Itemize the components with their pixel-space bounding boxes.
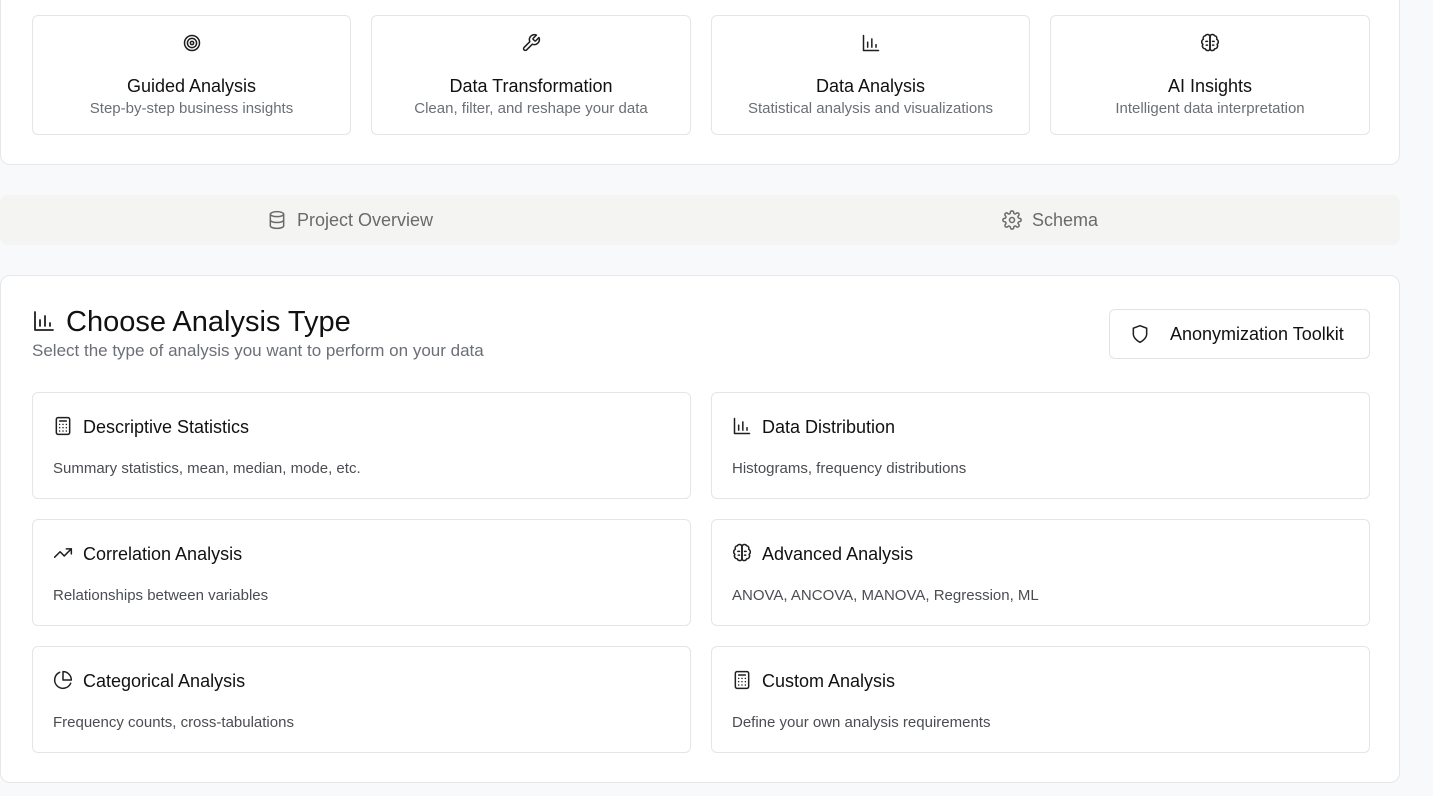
mode-description: Step-by-step business insights: [89, 100, 294, 117]
toolkit-label: Anonymization Toolkit: [1170, 323, 1344, 344]
mode-description: Intelligent data interpretation: [1115, 100, 1305, 117]
mode-title: Guided Analysis: [126, 76, 257, 96]
mode-card-data-analysis[interactable]: Data Analysis Statistical analysis and v…: [711, 15, 1030, 135]
analysis-card-title: Custom Analysis: [762, 671, 896, 691]
calculator-icon: [53, 416, 73, 436]
mode-title: Data Analysis: [815, 76, 926, 96]
shield-icon: [1130, 324, 1170, 344]
bar-chart-icon: [861, 33, 881, 53]
database-icon: [267, 210, 287, 230]
target-icon: [182, 33, 202, 53]
bar-chart-icon: [32, 309, 56, 333]
analysis-card-descriptive-statistics[interactable]: Descriptive Statistics Summary statistic…: [32, 392, 691, 499]
analysis-card-title: Data Distribution: [762, 417, 896, 437]
pie-chart-icon: [53, 670, 73, 690]
analysis-card-custom-analysis[interactable]: Custom Analysis Define your own analysis…: [711, 646, 1370, 753]
analysis-card-title: Advanced Analysis: [762, 544, 914, 564]
analysis-type-panel: Choose Analysis Type Select the type of …: [0, 275, 1400, 783]
tab-bar: Project Overview Schema: [0, 195, 1400, 245]
analysis-card-categorical-analysis[interactable]: Categorical Analysis Frequency counts, c…: [32, 646, 691, 753]
mode-card-data-transformation[interactable]: Data Transformation Clean, filter, and r…: [371, 15, 691, 135]
mode-panel: Guided Analysis Step-by-step business in…: [0, 0, 1400, 165]
anonymization-toolkit-button[interactable]: Anonymization Toolkit: [1109, 309, 1370, 359]
analysis-card-description: Frequency counts, cross-tabulations: [53, 714, 294, 731]
analysis-card-title: Categorical Analysis: [83, 671, 246, 691]
analysis-card-description: Relationships between variables: [53, 587, 269, 604]
mode-card-ai-insights[interactable]: AI Insights Intelligent data interpretat…: [1050, 15, 1370, 135]
tab-label: Schema: [1031, 209, 1099, 230]
tab-schema[interactable]: Schema: [700, 195, 1400, 245]
tab-project-overview[interactable]: Project Overview: [0, 195, 700, 245]
analysis-card-description: Histograms, frequency distributions: [732, 460, 967, 477]
wrench-icon: [521, 33, 541, 53]
brain-icon: [1200, 33, 1220, 53]
mode-description: Statistical analysis and visualizations: [747, 100, 994, 117]
mode-title: AI Insights: [1167, 76, 1253, 96]
analysis-card-correlation-analysis[interactable]: Correlation Analysis Relationships betwe…: [32, 519, 691, 626]
analysis-card-description: ANOVA, ANCOVA, MANOVA, Regression, ML: [732, 587, 1039, 604]
section-title: Choose Analysis Type: [66, 306, 351, 338]
bar-chart-icon: [732, 416, 752, 436]
analysis-card-description: Define your own analysis requirements: [732, 714, 991, 731]
analysis-card-description: Summary statistics, mean, median, mode, …: [53, 460, 361, 477]
analysis-card-title: Descriptive Statistics: [83, 417, 250, 437]
mode-card-guided-analysis[interactable]: Guided Analysis Step-by-step business in…: [32, 15, 351, 135]
analysis-card-title: Correlation Analysis: [83, 544, 243, 564]
mode-title: Data Transformation: [449, 76, 613, 96]
tab-label: Project Overview: [296, 209, 434, 230]
analysis-card-advanced-analysis[interactable]: Advanced Analysis ANOVA, ANCOVA, MANOVA,…: [711, 519, 1370, 626]
trending-up-icon: [53, 543, 73, 563]
analysis-card-data-distribution[interactable]: Data Distribution Histograms, frequency …: [711, 392, 1370, 499]
section-subtitle: Select the type of analysis you want to …: [32, 341, 484, 360]
mode-description: Clean, filter, and reshape your data: [414, 100, 648, 117]
gear-icon: [1002, 210, 1022, 230]
calculator-icon: [732, 670, 752, 690]
brain-icon: [732, 543, 752, 563]
